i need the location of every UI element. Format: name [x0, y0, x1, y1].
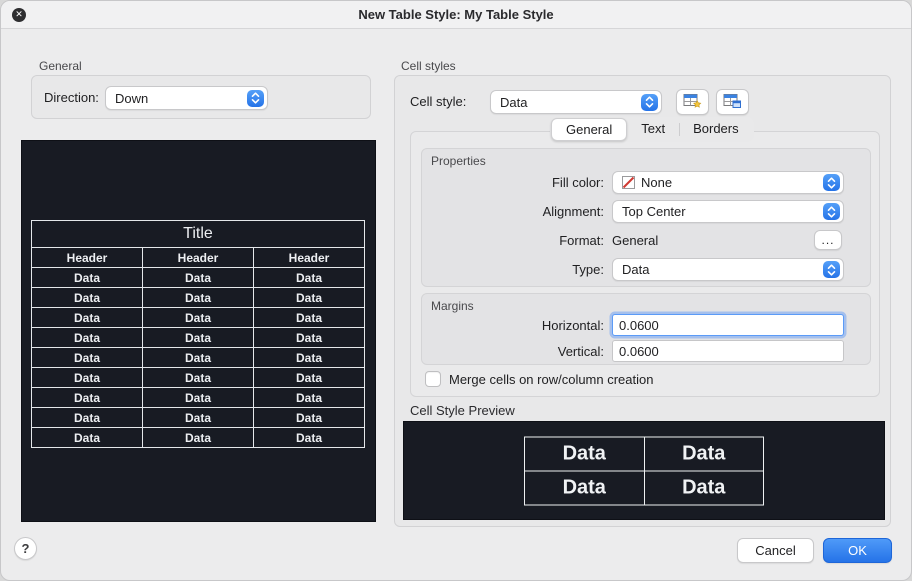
preview-header-cell: Header — [31, 247, 143, 268]
preview-data-cell: Data — [142, 287, 254, 308]
cell-style-label: Cell style: — [410, 94, 467, 109]
cell-style-select-value: Data — [500, 94, 528, 110]
alignment-select-value: Top Center — [622, 204, 686, 219]
preview-data-cell: Data — [31, 427, 143, 448]
general-groupbox: Direction: Down — [31, 75, 371, 119]
tab-text[interactable]: Text — [627, 118, 679, 141]
tab-general[interactable]: General — [551, 118, 628, 141]
preview-data-cell: Data — [142, 327, 254, 348]
preview-data-cell: Data — [142, 387, 254, 408]
preview-data-cell: Data — [31, 387, 143, 408]
properties-group-label: Properties — [431, 154, 486, 168]
preview-data-cell: Data — [142, 367, 254, 388]
cancel-button[interactable]: Cancel — [737, 538, 814, 563]
cell-styles-groupbox: Cell style: Data Properties Fill color: … — [394, 75, 891, 527]
stepper-arrows-icon — [247, 89, 264, 107]
preview-data-cell: Data — [31, 307, 143, 328]
preview-data-cell: Data — [31, 267, 143, 288]
cell-styles-group-label: Cell styles — [401, 59, 456, 73]
preview-header-cell: Header — [253, 247, 365, 268]
format-label: Format: — [559, 233, 604, 248]
fill-color-label: Fill color: — [551, 175, 604, 190]
merge-cells-checkbox-label: Merge cells on row/column creation — [449, 372, 654, 387]
cell-style-preview-cell: Data — [643, 470, 764, 505]
type-select[interactable]: Data — [612, 258, 844, 281]
preview-data-cell: Data — [253, 287, 365, 308]
cell-style-preview-label: Cell Style Preview — [410, 403, 515, 418]
cell-style-tabs: General Text Borders — [550, 117, 754, 142]
margins-group-label: Margins — [431, 299, 474, 313]
preview-data-cell: Data — [31, 287, 143, 308]
cell-style-select[interactable]: Data — [490, 90, 662, 114]
cell-style-preview-cell: Data — [524, 470, 645, 505]
preview-data-cell: Data — [253, 327, 365, 348]
new-table-style-dialog: ✕ New Table Style: My Table Style Genera… — [0, 0, 912, 581]
stepper-arrows-icon — [823, 174, 840, 191]
direction-select-value: Down — [115, 90, 149, 106]
alignment-select[interactable]: Top Center — [612, 200, 844, 223]
cell-style-preview-table: Data Data Data Data — [524, 436, 764, 505]
preview-data-cell: Data — [253, 347, 365, 368]
general-group-label: General — [39, 59, 82, 73]
cell-style-preview-cell: Data — [524, 436, 645, 471]
direction-label: Direction: — [44, 90, 99, 105]
preview-data-cell: Data — [253, 407, 365, 428]
direction-select[interactable]: Down — [105, 86, 268, 110]
preview-data-cell: Data — [31, 347, 143, 368]
preview-data-cell: Data — [142, 307, 254, 328]
preview-data-cell: Data — [142, 427, 254, 448]
preview-data-cell: Data — [31, 327, 143, 348]
properties-groupbox: Properties Fill color: None Alignment: T… — [421, 148, 871, 287]
preview-data-cell: Data — [253, 267, 365, 288]
preview-title-cell: Title — [31, 220, 365, 248]
stepper-arrows-icon — [823, 261, 840, 278]
preview-data-cell: Data — [253, 427, 365, 448]
fill-color-select-value: None — [641, 175, 673, 190]
table-style-preview-panel: Title Header Header Header Data Data Data Data D… — [21, 140, 376, 522]
manage-cell-styles-button[interactable] — [716, 89, 749, 115]
none-color-swatch-icon — [622, 176, 635, 189]
merge-cells-checkbox[interactable] — [425, 371, 441, 387]
margins-groupbox: Margins Horizontal: Vertical: — [421, 293, 871, 365]
cell-style-preview-cell: Data — [643, 436, 764, 471]
preview-data-cell: Data — [253, 367, 365, 388]
type-select-value: Data — [622, 262, 650, 277]
horizontal-margin-label: Horizontal: — [541, 318, 604, 333]
format-value: General — [612, 233, 659, 248]
preview-data-cell: Data — [253, 387, 365, 408]
stepper-arrows-icon — [641, 93, 658, 111]
style-preview-table: Title Header Header Header Data Data Data Data D… — [31, 220, 365, 448]
titlebar: ✕ New Table Style: My Table Style — [1, 1, 911, 29]
window-title: New Table Style: My Table Style — [358, 7, 554, 22]
alignment-label: Alignment: — [542, 204, 604, 219]
fill-color-select[interactable]: None — [612, 171, 844, 194]
ok-button[interactable]: OK — [823, 538, 892, 563]
tab-borders[interactable]: Borders — [679, 118, 753, 141]
preview-data-cell: Data — [142, 347, 254, 368]
preview-data-cell: Data — [142, 267, 254, 288]
cell-style-tab-panel: Properties Fill color: None Alignment: T… — [410, 131, 880, 397]
horizontal-margin-input[interactable] — [612, 314, 844, 336]
help-button[interactable]: ? — [14, 537, 37, 560]
vertical-margin-input[interactable] — [612, 340, 844, 362]
format-options-button[interactable]: ... — [814, 230, 842, 250]
manage-table-style-icon — [723, 93, 742, 112]
cell-style-preview-panel: Data Data Data Data — [403, 421, 885, 520]
create-cell-style-button[interactable] — [676, 89, 709, 115]
new-table-style-icon — [683, 93, 702, 112]
type-label: Type: — [572, 262, 604, 277]
preview-data-cell: Data — [253, 307, 365, 328]
vertical-margin-label: Vertical: — [557, 344, 604, 359]
preview-header-cell: Header — [142, 247, 254, 268]
preview-data-cell: Data — [31, 367, 143, 388]
preview-data-cell: Data — [31, 407, 143, 428]
stepper-arrows-icon — [823, 203, 840, 220]
preview-data-cell: Data — [142, 407, 254, 428]
